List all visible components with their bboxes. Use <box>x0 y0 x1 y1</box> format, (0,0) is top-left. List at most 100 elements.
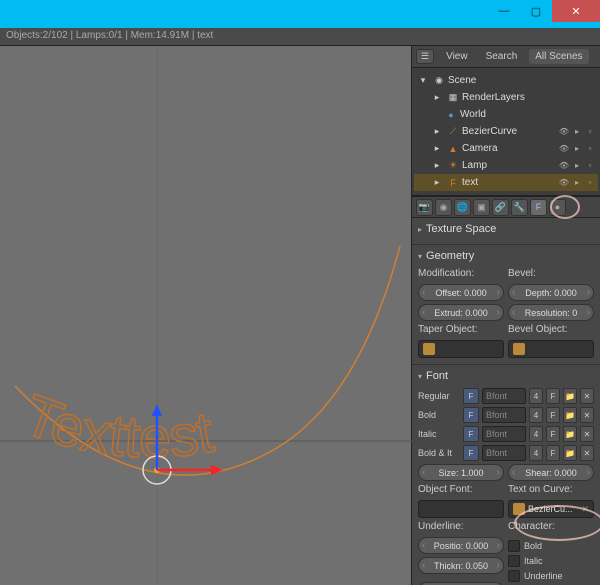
render-icon[interactable]: ▫ <box>584 143 596 155</box>
tree-text[interactable]: ▸ F text 👁 ▸ ▫ <box>414 174 598 191</box>
font-clear-icon[interactable]: ✕ <box>580 445 594 461</box>
italic-checkbox-row[interactable]: Italic <box>508 555 594 567</box>
render-icon[interactable]: ▫ <box>584 126 596 138</box>
select-icon[interactable]: ▸ <box>571 160 583 172</box>
font-open-icon[interactable]: 📁 <box>563 426 577 442</box>
expand-icon[interactable]: ▸ <box>430 125 444 139</box>
offset-field[interactable]: Offset: 0.000 <box>418 284 504 301</box>
svg-text:Texttest: Texttest <box>16 382 219 470</box>
font-users-button[interactable]: 4 <box>529 388 543 404</box>
font-fake-button[interactable]: F <box>546 388 560 404</box>
depth-field[interactable]: Depth: 0.000 <box>508 284 594 301</box>
expand-icon[interactable]: ▾ <box>416 74 430 88</box>
object-font-label: Object Font: <box>418 484 504 495</box>
font-fake-button[interactable]: F <box>546 407 560 423</box>
viewport-3d[interactable]: Texttest <box>0 46 412 585</box>
font-clear-icon[interactable]: ✕ <box>580 388 594 404</box>
font-clear-icon[interactable]: ✕ <box>580 407 594 423</box>
resolution-field[interactable]: Resolution: 0 <box>508 304 594 321</box>
extrude-field[interactable]: Extrud: 0.000 <box>418 304 504 321</box>
text-object[interactable]: Texttest <box>16 326 380 470</box>
expand-icon[interactable]: ▸ <box>430 176 444 190</box>
font-users-button[interactable]: 4 <box>529 426 543 442</box>
visibility-icon[interactable]: 👁 <box>558 177 570 189</box>
tab-modifiers-icon[interactable]: 🔧 <box>511 199 528 216</box>
visibility-icon[interactable]: 👁 <box>558 126 570 138</box>
font-open-icon[interactable]: 📁 <box>563 445 577 461</box>
tab-data-icon[interactable]: F <box>530 199 547 216</box>
minimize-button[interactable]: — <box>488 0 520 22</box>
text-icon: F <box>446 176 460 190</box>
select-icon[interactable]: ▸ <box>571 177 583 189</box>
font-fake-button[interactable]: F <box>546 445 560 461</box>
shear-field[interactable]: Shear: 0.000 <box>508 464 594 481</box>
font-browse-icon[interactable]: F <box>463 407 479 423</box>
tree-renderlayers[interactable]: ▸ ▦ RenderLayers <box>414 89 598 106</box>
font-users-button[interactable]: 4 <box>529 407 543 423</box>
font-clear-icon[interactable]: ✕ <box>580 426 594 442</box>
expand-icon[interactable]: ▸ <box>430 159 444 173</box>
expand-icon[interactable]: ▸ <box>430 91 444 105</box>
clear-icon[interactable]: ✕ <box>581 504 589 515</box>
scene-icon: ◉ <box>432 74 446 88</box>
search-menu[interactable]: Search <box>480 49 524 64</box>
close-button[interactable]: ✕ <box>552 0 600 22</box>
position-field[interactable]: Positio: 0.000 <box>418 537 504 554</box>
select-icon[interactable]: ▸ <box>571 126 583 138</box>
tree-lamp[interactable]: ▸ ☀ Lamp 👁 ▸ ▫ <box>414 157 598 174</box>
texture-space-panel[interactable]: ▸Texture Space <box>412 218 600 245</box>
thickness-field[interactable]: Thickn: 0.050 <box>418 557 504 574</box>
maximize-button[interactable]: ▢ <box>520 0 552 22</box>
bevel-label: Bevel: <box>508 268 594 279</box>
font-open-icon[interactable]: 📁 <box>563 407 577 423</box>
text-on-curve-field[interactable]: BezierCu...✕ <box>508 500 594 518</box>
tree-world[interactable]: ● World <box>414 106 598 123</box>
allscenes-dropdown[interactable]: All Scenes <box>529 49 588 64</box>
bold-checkbox-row[interactable]: Bold <box>508 540 594 552</box>
font-fake-button[interactable]: F <box>546 426 560 442</box>
checkbox-icon[interactable] <box>508 555 520 567</box>
tree-camera[interactable]: ▸ ▲ Camera 👁 ▸ ▫ <box>414 140 598 157</box>
checkbox-icon[interactable] <box>508 540 520 552</box>
underline-checkbox-row[interactable]: Underline <box>508 570 594 582</box>
view-menu[interactable]: View <box>440 49 474 64</box>
render-icon[interactable]: ▫ <box>584 177 596 189</box>
visibility-icon[interactable]: 👁 <box>558 160 570 172</box>
editor-type-icon[interactable]: ☰ <box>416 49 434 64</box>
select-icon[interactable]: ▸ <box>571 143 583 155</box>
size-field[interactable]: Size: 1.000 <box>418 464 504 481</box>
font-bolditalic-row: Bold & It F Bfont 4 F 📁 ✕ <box>418 445 594 461</box>
tab-scene-icon[interactable]: ◉ <box>435 199 452 216</box>
outliner-panel[interactable]: ▾ ◉ Scene ▸ ▦ RenderLayers ● World ▸ ⟋ B… <box>412 68 600 196</box>
status-bar: Objects:2/102 | Lamps:0/1 | Mem:14.91M |… <box>0 28 600 46</box>
font-browse-icon[interactable]: F <box>463 445 479 461</box>
tab-constraints-icon[interactable]: 🔗 <box>492 199 509 216</box>
render-icon[interactable]: ▫ <box>584 160 596 172</box>
visibility-icon[interactable]: 👁 <box>558 143 570 155</box>
tab-render-icon[interactable]: 📷 <box>416 199 433 216</box>
curve-icon: ⟋ <box>446 125 460 139</box>
collapse-icon[interactable]: ▾ <box>418 252 422 261</box>
expand-icon[interactable]: ▸ <box>430 142 444 156</box>
font-name-field[interactable]: Bfont <box>482 426 526 442</box>
font-browse-icon[interactable]: F <box>463 388 479 404</box>
tree-scene[interactable]: ▾ ◉ Scene <box>414 72 598 89</box>
bevel-object-field[interactable] <box>508 340 594 358</box>
font-browse-icon[interactable]: F <box>463 426 479 442</box>
taper-object-field[interactable] <box>418 340 504 358</box>
tab-material-icon[interactable]: ● <box>549 199 566 216</box>
collapse-icon[interactable]: ▸ <box>418 225 422 234</box>
properties-tab-strip: 📷 ◉ 🌐 ▣ 🔗 🔧 F ● <box>412 196 600 218</box>
camera-icon: ▲ <box>446 142 460 156</box>
font-name-field[interactable]: Bfont <box>482 407 526 423</box>
tab-world-icon[interactable]: 🌐 <box>454 199 471 216</box>
tab-object-icon[interactable]: ▣ <box>473 199 490 216</box>
object-font-field[interactable] <box>418 500 504 518</box>
tree-bezier[interactable]: ▸ ⟋ BezierCurve 👁 ▸ ▫ <box>414 123 598 140</box>
font-name-field[interactable]: Bfont <box>482 388 526 404</box>
checkbox-icon[interactable] <box>508 570 520 582</box>
font-name-field[interactable]: Bfont <box>482 445 526 461</box>
font-open-icon[interactable]: 📁 <box>563 388 577 404</box>
collapse-icon[interactable]: ▾ <box>418 372 422 381</box>
font-users-button[interactable]: 4 <box>529 445 543 461</box>
